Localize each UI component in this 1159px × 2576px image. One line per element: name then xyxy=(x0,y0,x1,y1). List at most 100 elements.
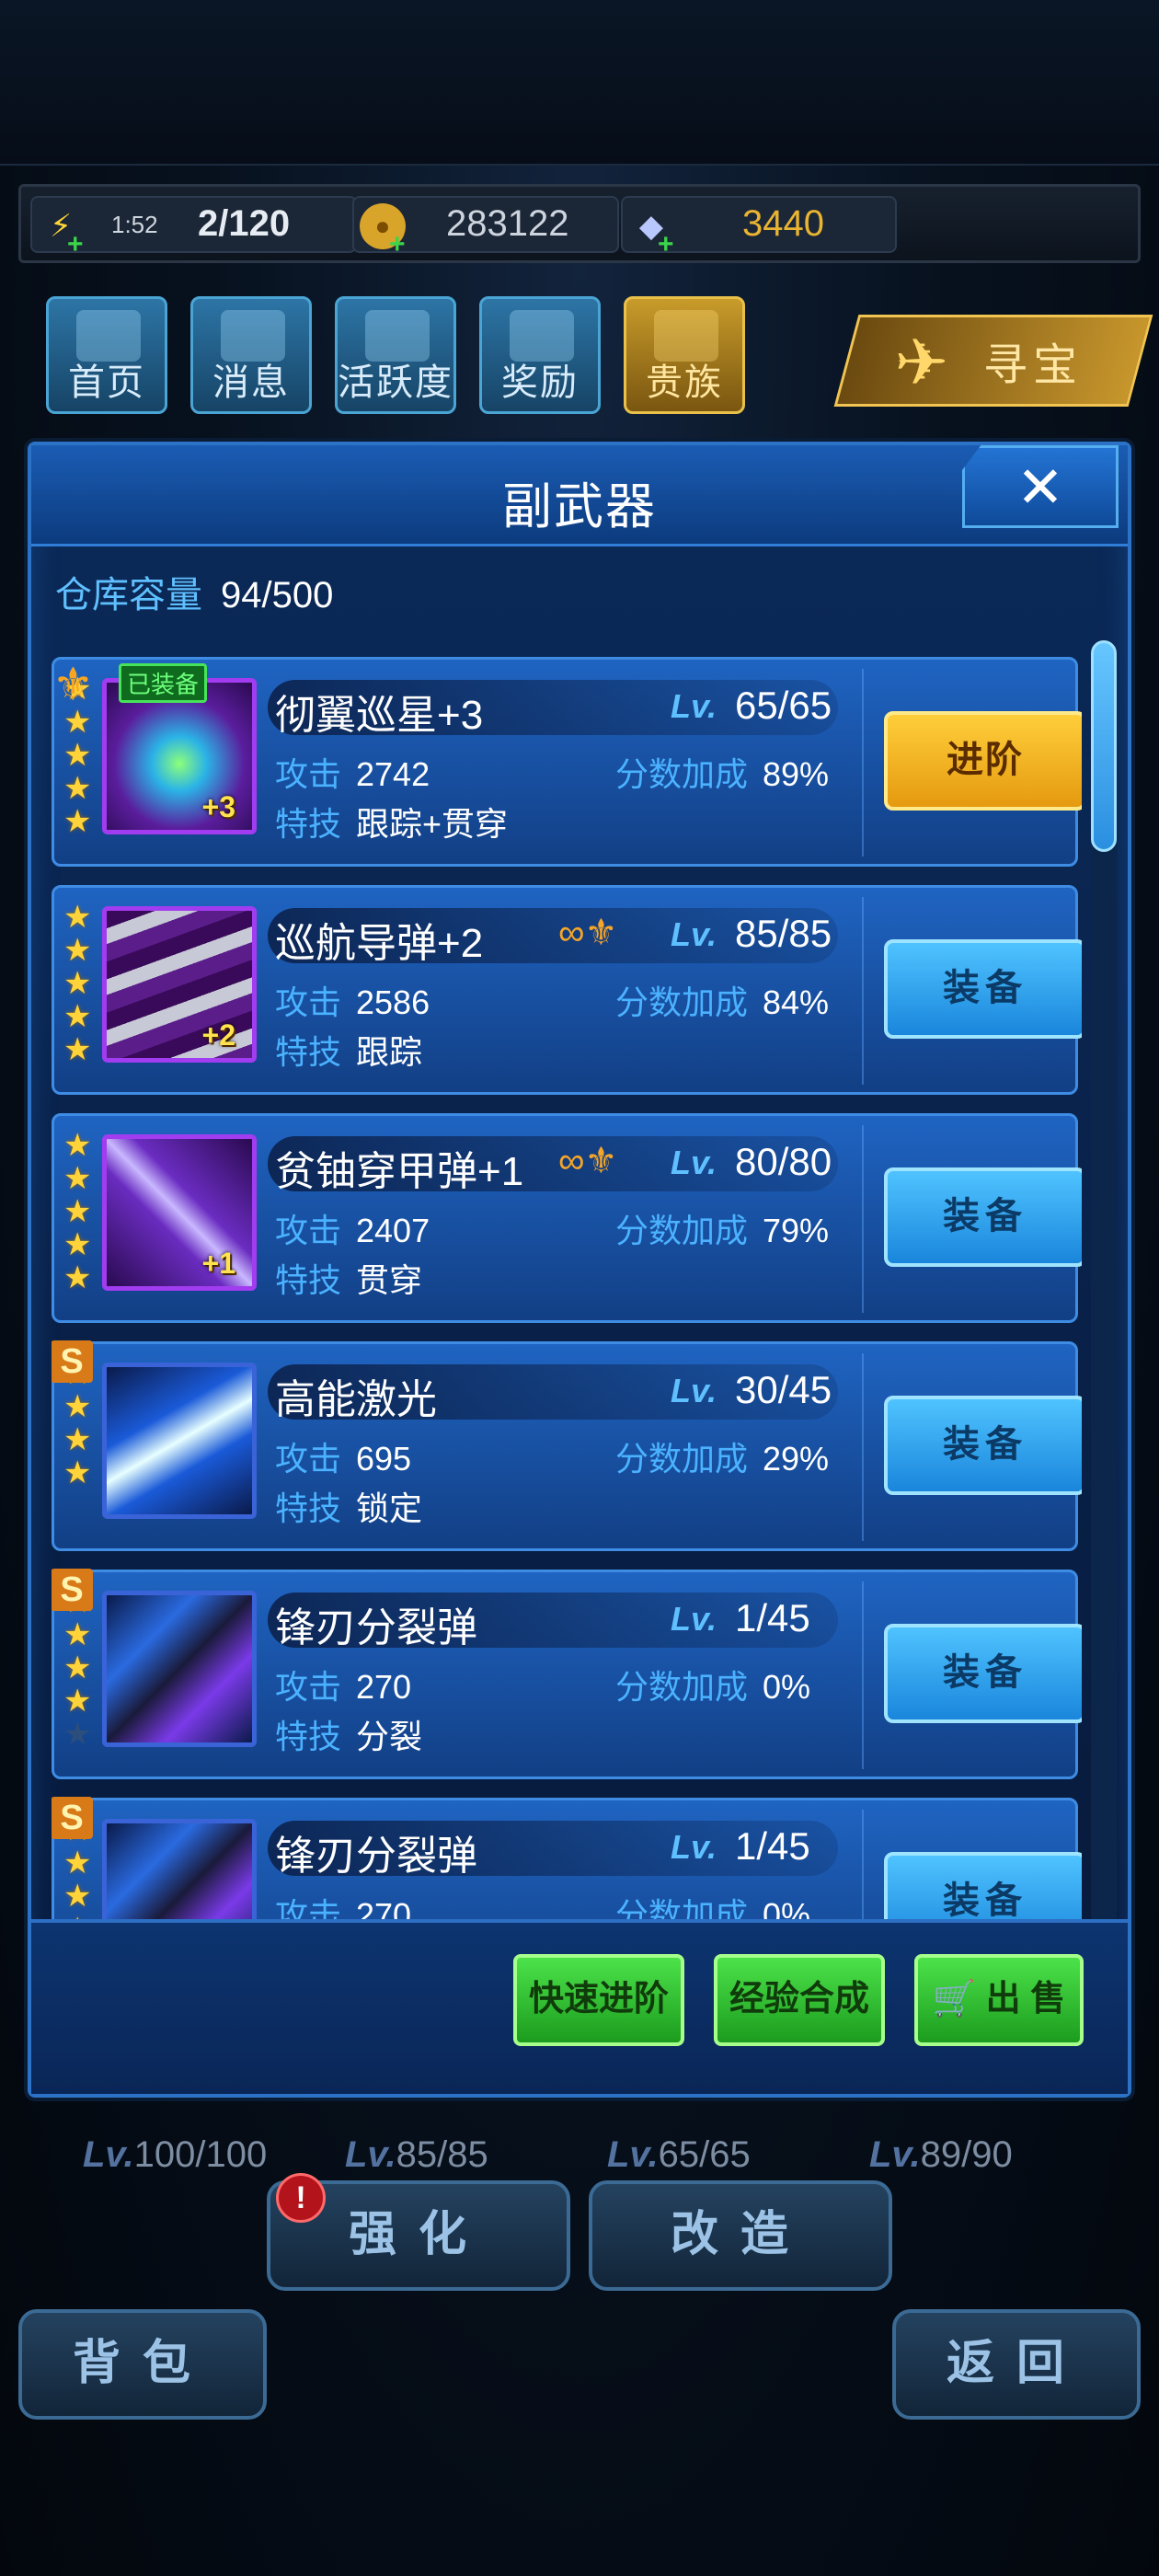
skill-value: 跟踪+贯穿 xyxy=(356,805,509,843)
star-icon: ★ xyxy=(63,1032,92,1067)
nav-messages[interactable]: 消息 xyxy=(190,296,312,414)
rank-badge: S xyxy=(52,1569,93,1611)
rank-badge: S xyxy=(52,1340,93,1383)
star-icon: ★ xyxy=(63,1617,92,1652)
star-icon: ★ xyxy=(63,1455,92,1490)
slot-level: Lv.89/90 xyxy=(869,2134,1013,2176)
lv-label: Lv. xyxy=(83,2134,134,2175)
star-icon: ★ xyxy=(63,1389,92,1424)
link-emblem-icon: ∞⚜ xyxy=(558,913,618,953)
rank-badge: S xyxy=(52,1797,93,1839)
lv-label: Lv. xyxy=(607,2134,659,2175)
bag-button[interactable]: 背包 xyxy=(18,2309,267,2420)
attack-label: 攻击 xyxy=(275,983,342,1021)
add-gold-icon[interactable]: + xyxy=(389,229,406,260)
skill-label: 特技 xyxy=(275,1033,342,1071)
level-value: 30/45 xyxy=(735,1368,832,1411)
equip-button[interactable]: 装备 xyxy=(884,1624,1082,1723)
star-icon: ★ xyxy=(63,999,92,1034)
notification-badge: ! xyxy=(276,2173,326,2223)
weapon-card[interactable]: ★★★★ S 高能激光 Lv. 30/45 攻击695 特技锁定 分数加成29%… xyxy=(52,1340,1082,1551)
weapon-card[interactable]: ★ ★ ★ ★ ★ +2 巡航导弹+2 ∞⚜ Lv. 85/85 攻击 2586 特技 跟踪… xyxy=(52,885,1082,1095)
attack-value: 270 xyxy=(356,1668,412,1706)
exp-merge-button[interactable]: 经验合成 xyxy=(714,1954,885,2046)
equip-button[interactable]: 装备 xyxy=(884,1852,1082,1926)
equip-button[interactable]: 装备 xyxy=(884,1396,1082,1495)
level-value: 1/45 xyxy=(735,1824,810,1868)
nav-activity[interactable]: 活跃度 xyxy=(335,296,456,414)
weapon-card[interactable]: ★ ★ ★ ★ ★ +3 ⚜ 已装备 彻翼巡星+3 Lv. 65/65 攻击 2742 特… xyxy=(52,657,1082,867)
slot-level: Lv.100/100 xyxy=(83,2134,267,2176)
star-icon: ★ xyxy=(63,1846,92,1880)
capacity-label: 仓库容量 xyxy=(55,575,202,615)
weapon-image: +1 xyxy=(102,1134,257,1291)
gift-icon xyxy=(510,310,574,362)
level-value: 65/65 xyxy=(735,684,832,727)
upgrade-button[interactable]: 进阶 xyxy=(884,711,1082,811)
level-value: 85/85 xyxy=(735,912,832,955)
level-label: Lv. xyxy=(671,1828,717,1866)
home-icon xyxy=(76,310,141,362)
weapon-name: 锋刃分裂弹 xyxy=(275,1605,477,1650)
weapon-image xyxy=(102,1363,257,1519)
top-decoration xyxy=(0,0,1159,166)
weapon-card[interactable]: ★ ★ ★ ★ ★ +1 贫铀穿甲弹+1 ∞⚜ Lv. 80/80 攻击 2407 特技贯… xyxy=(52,1113,1082,1323)
star-rating: ★★★★★ xyxy=(63,1129,100,1294)
level-label: Lv. xyxy=(671,915,717,953)
star-icon: ★ xyxy=(63,1260,92,1295)
attack-label: 攻击 xyxy=(275,1668,342,1706)
skill-label: 特技 xyxy=(275,805,342,843)
weapon-card[interactable]: ★★★★ S 锋刃分裂弹 Lv. 1/45 攻击270 分数加成0% 装备 xyxy=(52,1797,1082,1926)
bonus-value: 79% xyxy=(763,1212,830,1249)
weapon-card[interactable]: ★★★★★ S 锋刃分裂弹 Lv. 1/45 攻击270 特技分裂 分数加成0%… xyxy=(52,1569,1082,1779)
treasure-label: 寻宝 xyxy=(982,341,1083,390)
weapon-name: 高能激光 xyxy=(275,1377,437,1422)
star-icon: ★ xyxy=(63,1128,92,1163)
skill-label: 特技 xyxy=(275,1261,342,1299)
sell-button[interactable]: 🛒 出 售 xyxy=(914,1954,1084,2046)
star-empty-icon: ★ xyxy=(63,1717,92,1752)
bonus-value: 29% xyxy=(763,1440,830,1478)
bonus-value: 84% xyxy=(763,983,830,1021)
bonus-label: 分数加成 xyxy=(615,1212,749,1249)
panel-header: 副武器 ✕ xyxy=(31,445,1128,546)
quick-upgrade-button[interactable]: 快速进阶 xyxy=(513,1954,684,2046)
nav-rewards[interactable]: 奖励 xyxy=(479,296,601,414)
upgrade-level: +2 xyxy=(201,1018,235,1052)
equip-button[interactable]: 装备 xyxy=(884,939,1082,1039)
skill-value: 跟踪 xyxy=(356,1033,423,1071)
level-label: Lv. xyxy=(671,1600,717,1638)
mail-icon xyxy=(221,310,285,362)
close-button[interactable]: ✕ xyxy=(962,445,1119,528)
energy-resource[interactable]: ⚡ + 1:52 2/120 xyxy=(30,196,357,259)
gem-resource[interactable]: ◆ + 3440 xyxy=(621,196,897,259)
attack-value: 2586 xyxy=(356,983,430,1021)
treasure-hunt-button[interactable]: ✈ 寻宝 xyxy=(833,315,1153,407)
gold-value: 283122 xyxy=(446,203,569,244)
scrollbar-thumb[interactable] xyxy=(1091,640,1117,852)
modify-button[interactable]: 改造 xyxy=(589,2180,892,2291)
energy-timer: 1:52 xyxy=(111,211,158,238)
crown-icon xyxy=(654,310,718,362)
add-gem-icon[interactable]: + xyxy=(658,229,674,260)
add-energy-icon[interactable]: + xyxy=(67,229,84,260)
gold-resource[interactable]: ● + 283122 xyxy=(352,196,619,259)
capacity-value: 94/500 xyxy=(221,575,334,615)
nav-home[interactable]: 首页 xyxy=(46,296,167,414)
slot-level-value: 85/85 xyxy=(396,2134,488,2175)
attack-value: 2407 xyxy=(356,1212,430,1249)
nav-noble[interactable]: 贵族 xyxy=(624,296,745,414)
skill-value: 分裂 xyxy=(356,1718,423,1755)
star-icon: ★ xyxy=(63,1684,92,1719)
star-icon: ★ xyxy=(63,804,92,839)
divider xyxy=(862,897,864,1085)
resource-bar: ⚡ + 1:52 2/120 ● + 283122 ◆ + 3440 xyxy=(18,184,1141,263)
equip-button[interactable]: 装备 xyxy=(884,1167,1082,1267)
back-button[interactable]: 返回 xyxy=(892,2309,1141,2420)
sell-label: 出 售 xyxy=(985,1980,1066,2018)
weapon-name: 贫铀穿甲弹+1 xyxy=(275,1149,524,1194)
skill-value: 锁定 xyxy=(356,1489,423,1527)
bonus-value: 0% xyxy=(763,1668,811,1706)
weapon-name: 彻翼巡星+3 xyxy=(275,693,484,738)
energy-value: 2/120 xyxy=(198,203,291,244)
